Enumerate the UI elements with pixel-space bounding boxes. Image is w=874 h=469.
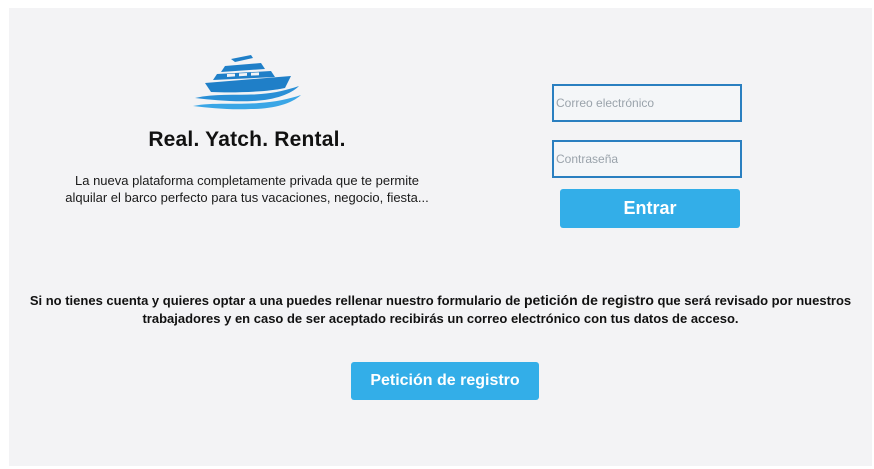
register-info-emphasis: petición de registro bbox=[523, 292, 654, 308]
password-field[interactable] bbox=[552, 140, 742, 178]
login-form: Entrar bbox=[552, 84, 744, 228]
register-info-text: Si no tienes cuenta y quieres optar a un… bbox=[29, 291, 852, 328]
brand-section: Real. Yatch. Rental. La nueva plataforma… bbox=[37, 50, 457, 206]
login-button[interactable]: Entrar bbox=[560, 189, 740, 228]
brand-tagline: La nueva plataforma completamente privad… bbox=[65, 173, 429, 205]
email-field[interactable] bbox=[552, 84, 742, 122]
yacht-logo-icon bbox=[193, 55, 301, 110]
registration-request-button[interactable]: Petición de registro bbox=[351, 362, 539, 400]
page-panel: Real. Yatch. Rental. La nueva plataforma… bbox=[9, 8, 872, 466]
register-info-before: Si no tienes cuenta y quieres optar a un… bbox=[29, 293, 524, 308]
brand-title: Real. Yatch. Rental. bbox=[148, 128, 346, 151]
